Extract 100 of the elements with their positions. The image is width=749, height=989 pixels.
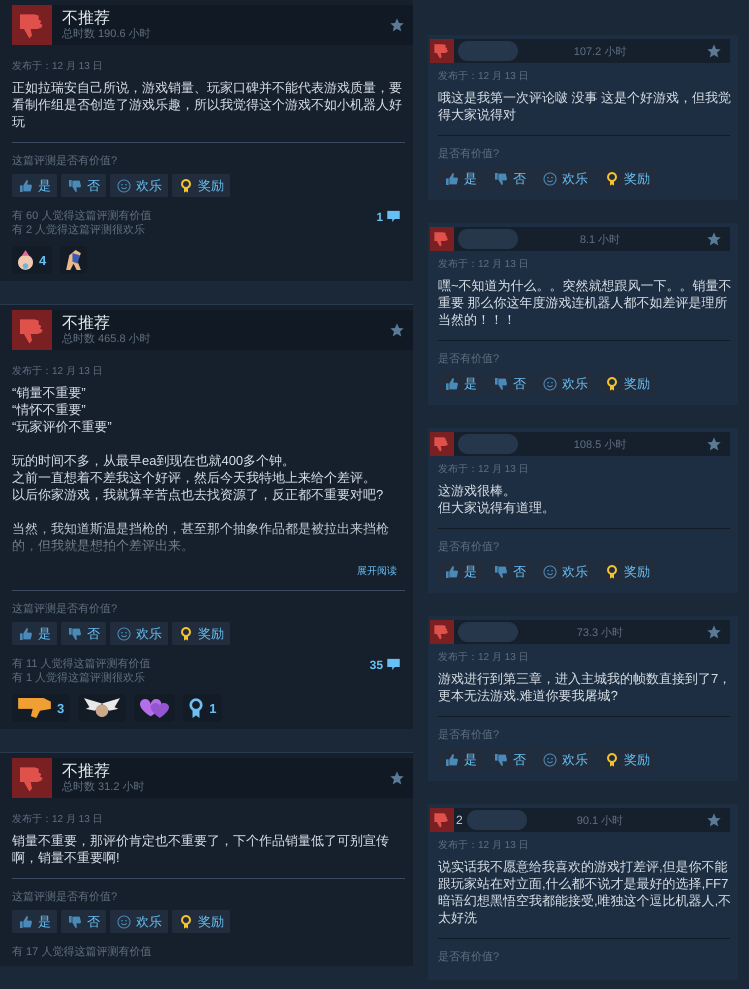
playtime-text: 总时数 31.2 小时 <box>62 780 146 794</box>
ribbon-icon <box>189 698 204 718</box>
review-text: 销量不重要，那评价肯定也不重要了，下个作品销量低了可别宣传啊，销量不重要啊! <box>12 832 390 866</box>
helpful-question: 是否有价值? <box>438 950 500 964</box>
blurred-name <box>458 41 518 61</box>
blurred-name <box>458 622 518 642</box>
helpful-question: 是否有价值? <box>438 728 500 742</box>
smiley-icon <box>116 914 132 930</box>
blurred-name <box>466 810 527 830</box>
user-name: 2 <box>455 813 463 827</box>
medal-icon <box>604 752 620 768</box>
review-text: 当然，我知道斯温是挡枪的，甚至那个抽象作品都是被拉出来挡枪的，但我就是想拍个差评出来。 <box>12 520 390 554</box>
thumbs-up-icon <box>18 178 34 194</box>
star-icon <box>389 17 405 33</box>
thumbs-down-icon <box>430 39 454 63</box>
thumbs-down-icon <box>67 626 83 642</box>
thumbs-up-icon <box>444 376 460 392</box>
vote-button[interactable]: 是 <box>438 560 483 583</box>
playtime-text: 90.1 小时 <box>576 814 624 828</box>
playtime-text: 总时数 190.6 小时 <box>62 28 152 40</box>
award-button[interactable]: 奖励 <box>598 167 656 190</box>
comments-link[interactable]: 35 <box>370 657 401 672</box>
post-date: 发布于：12 月 13 日 <box>12 813 104 826</box>
review-text: 玩的时间不多，从最早ea到现在也就400多个钟。 <box>12 452 296 469</box>
star-icon <box>706 624 722 640</box>
post-date: 发布于：12 月 13 日 <box>438 463 530 476</box>
comments-link[interactable]: 1 <box>376 209 401 224</box>
post-date: 发布于：12 月 13 日 <box>438 70 530 83</box>
vote-button[interactable]: 否 <box>487 167 532 190</box>
helpful-count: 有 11 人觉得这篇评测有价值 <box>12 657 151 671</box>
vote-button[interactable]: 是 <box>12 174 57 197</box>
post-date: 发布于：12 月 13 日 <box>438 258 530 271</box>
vote-button[interactable]: 欢乐 <box>110 910 168 933</box>
review-text: 这游戏很棒。 <box>438 482 517 499</box>
review-text: 说实话我不愿意给我喜欢的游戏打差评,但是你不能跟玩家站在对立面,什么都不说才是最好的选择,FF7暗语幻想黑悟空我都能接受,唯独这个逗比机器人,不太好洗 <box>438 858 732 926</box>
award-button[interactable]: 奖励 <box>172 622 230 645</box>
thumbs-down-icon <box>67 178 83 194</box>
helpful-question: 这篇评测是否有价值? <box>12 602 118 616</box>
wings-sticker-icon <box>84 698 120 718</box>
thumbs-up-icon <box>444 564 460 580</box>
medal-icon <box>178 626 194 642</box>
thumbs-down-icon <box>12 310 52 350</box>
star-icon <box>706 43 722 59</box>
vote-button[interactable]: 否 <box>61 174 106 197</box>
review-text: “情怀不重要” <box>12 401 87 418</box>
vote-button[interactable]: 欢乐 <box>536 372 594 395</box>
vote-button[interactable]: 否 <box>487 372 532 395</box>
smiley-icon <box>542 170 558 186</box>
comment-icon <box>386 657 401 672</box>
star-icon <box>706 812 722 828</box>
read-more-link[interactable]: 展开阅读 <box>357 564 397 578</box>
thumbs-down-icon <box>493 376 509 392</box>
vote-button[interactable]: 欢乐 <box>110 174 168 197</box>
vote-button[interactable]: 欢乐 <box>536 560 594 583</box>
helpful-question: 是否有价值? <box>438 540 500 554</box>
verdict-title: 不推荐 <box>62 314 111 332</box>
award-count: 4 <box>39 252 46 268</box>
medal-icon <box>604 564 620 580</box>
vote-button[interactable]: 否 <box>61 622 106 645</box>
thumbs-down-icon <box>493 752 509 768</box>
medal-icon <box>604 376 620 392</box>
award-button[interactable]: 奖励 <box>598 748 656 771</box>
award-count: 3 <box>57 700 64 716</box>
review-text: 但大家说得有道理。 <box>438 499 556 516</box>
vote-button[interactable]: 是 <box>438 167 483 190</box>
award-button[interactable]: 奖励 <box>598 372 656 395</box>
playtime-text: 8.1 小时 <box>578 232 622 246</box>
review-text: 哦这是我第一次评论啵 没事 这是个好游戏，但我觉得大家说得对 <box>438 89 732 123</box>
post-date: 发布于：12 月 13 日 <box>438 839 530 852</box>
vote-button[interactable]: 欢乐 <box>110 622 168 645</box>
medal-icon <box>178 178 194 194</box>
thumbs-down-icon <box>430 227 454 251</box>
helpful-count: 有 17 人觉得这篇评测有价值 <box>12 945 152 959</box>
hand-sticker-icon <box>18 698 51 718</box>
vote-button[interactable]: 否 <box>487 560 532 583</box>
award-button[interactable]: 奖励 <box>598 560 656 583</box>
star-icon <box>389 770 405 786</box>
vote-button[interactable]: 否 <box>61 910 106 933</box>
vote-button[interactable]: 是 <box>12 622 57 645</box>
medal-icon <box>178 914 194 930</box>
funny-count: 有 1 人觉得这篇评测很欢乐 <box>12 671 146 685</box>
playtime-text: 107.2 小时 <box>572 44 628 58</box>
thumbs-down-icon <box>430 620 454 644</box>
vote-button[interactable]: 是 <box>438 372 483 395</box>
thumbs-up-icon <box>444 752 460 768</box>
playtime-text: 108.5 小时 <box>572 438 628 452</box>
vote-button[interactable]: 欢乐 <box>536 748 594 771</box>
helpful-question: 是否有价值? <box>438 352 500 366</box>
smiley-icon <box>116 178 132 194</box>
vote-button[interactable]: 欢乐 <box>536 167 594 190</box>
verdict-title: 不推荐 <box>62 10 111 28</box>
award-button[interactable]: 奖励 <box>172 910 230 933</box>
figure-sticker-icon <box>66 250 82 270</box>
thumbs-down-icon <box>67 914 83 930</box>
vote-button[interactable]: 是 <box>12 910 57 933</box>
vote-button[interactable]: 否 <box>487 748 532 771</box>
award-button[interactable]: 奖励 <box>172 174 230 197</box>
star-icon <box>706 436 722 452</box>
vote-button[interactable]: 是 <box>438 748 483 771</box>
post-date: 发布于：12 月 13 日 <box>12 365 104 378</box>
